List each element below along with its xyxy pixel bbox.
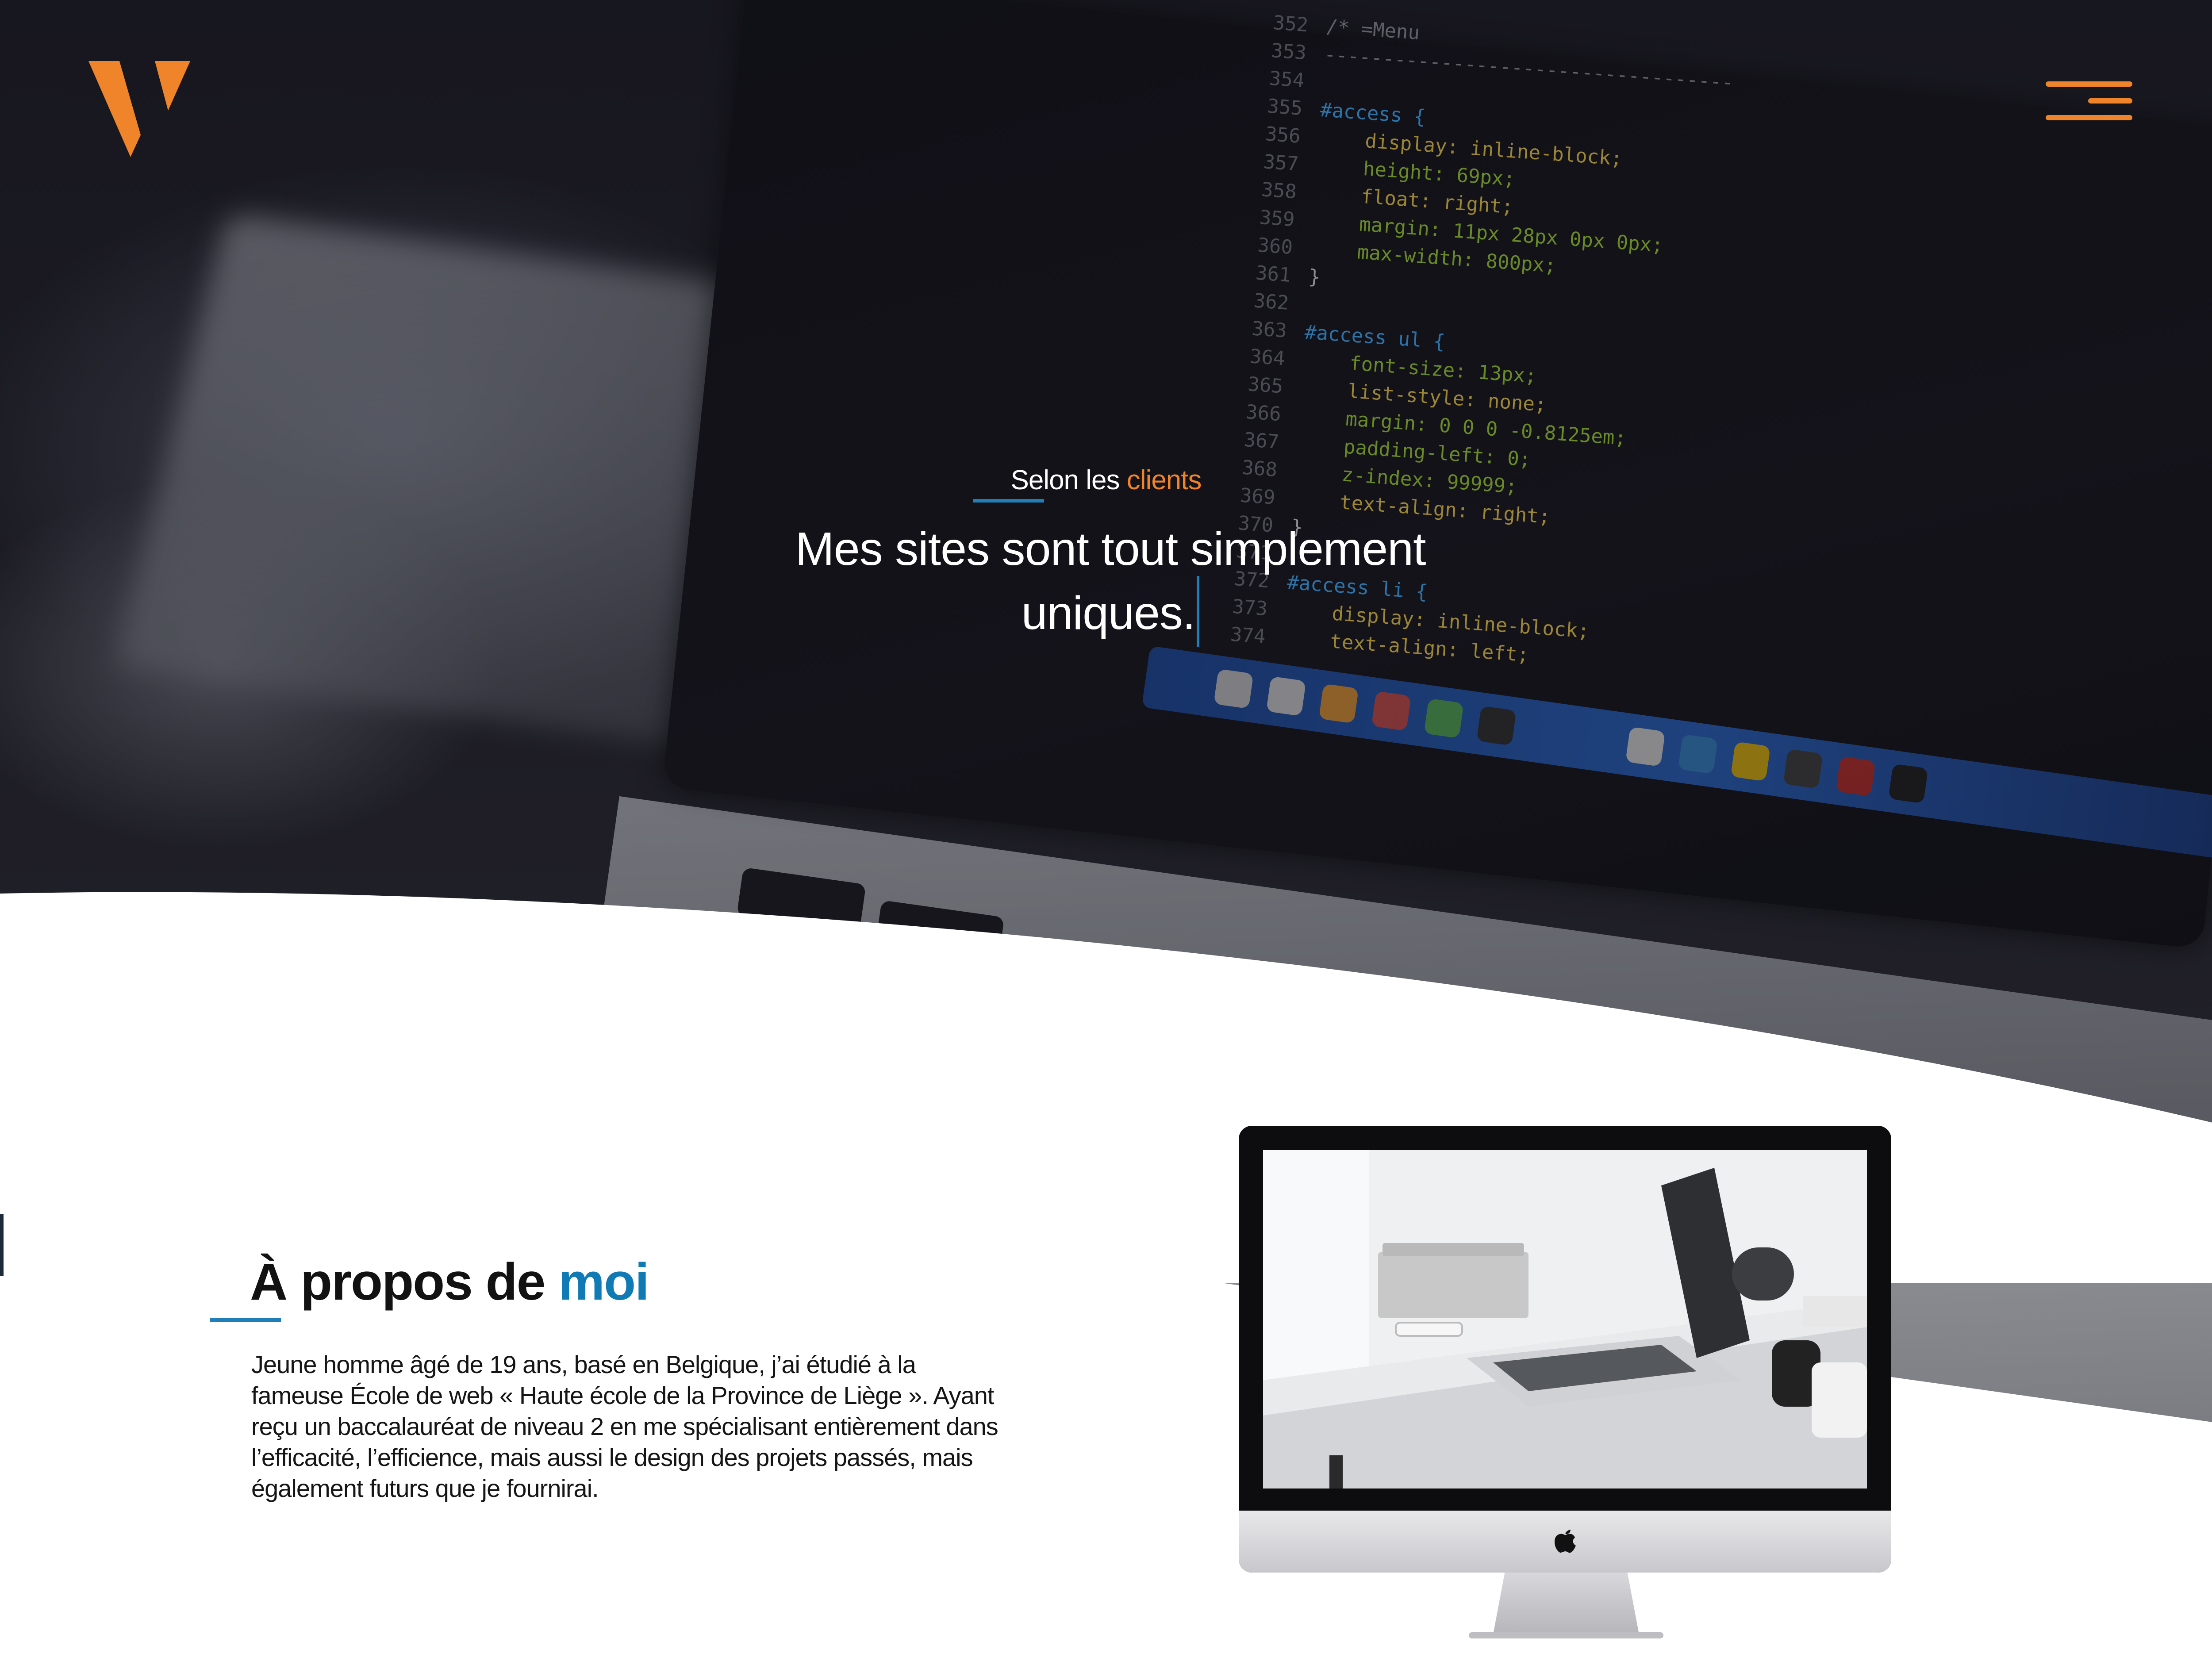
hero-kicker-accent: clients [1126, 465, 1202, 495]
imac-body [1239, 1126, 1891, 1573]
hero-title-line2: uniques. [1021, 587, 1196, 639]
hero-title: Mes sites sont tout simplement uniques. [752, 522, 1469, 647]
left-edge-marker [0, 1214, 4, 1276]
hero-kicker-prefix: Selon les [1010, 465, 1120, 495]
imac-screen-photo [1263, 1150, 1867, 1489]
desk-scene-illustration [1263, 1150, 1867, 1489]
hero-kicker-underline [973, 499, 1044, 503]
apple-icon [1555, 1530, 1576, 1553]
imac-foot [1469, 1632, 1663, 1638]
menu-bar-bottom [2046, 115, 2132, 120]
about-title-underline [210, 1318, 281, 1322]
hamburger-menu-icon[interactable] [2044, 80, 2132, 124]
page: 352/* =Menu 353 --------------------------… [0, 0, 2212, 1665]
v-logo-icon[interactable] [88, 58, 190, 164]
menu-bar-middle [2088, 98, 2132, 104]
hero-title-line1: Mes sites sont tout simplement [795, 523, 1426, 575]
about-paragraph: Jeune homme âgé de 19 ans, basé en Belgi… [251, 1350, 998, 1502]
about-title-accent: moi [558, 1253, 649, 1311]
hero-kicker: Selon les clients [973, 464, 1239, 496]
about-title: À propos de moi [250, 1252, 649, 1312]
imac-stand [1493, 1573, 1639, 1634]
menu-bar-top [2046, 81, 2132, 87]
imac-mockup [1239, 1126, 1891, 1648]
typing-caret [1197, 576, 1200, 647]
about-title-prefix: À propos de [250, 1253, 545, 1311]
